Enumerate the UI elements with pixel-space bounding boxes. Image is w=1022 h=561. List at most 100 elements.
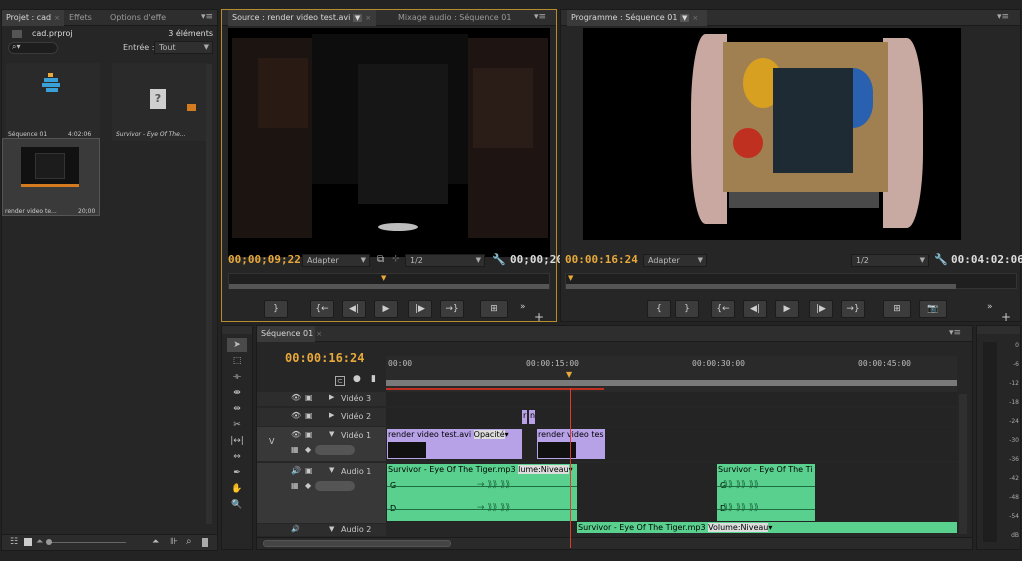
tab-effects[interactable]: Effets [65,10,105,26]
snap-icon[interactable]: ⊂ [335,376,345,386]
slide-tool-icon[interactable]: ⇔ [227,450,247,464]
program-scrub-bar[interactable]: ▼ [565,273,1017,289]
sync-lock-icon[interactable]: ▣ [305,411,313,420]
keyframe-nav[interactable] [315,481,355,491]
project-scrollbar[interactable] [206,64,212,524]
track-select-tool-icon[interactable]: ⬚ [227,354,247,368]
close-icon[interactable]: × [54,14,60,22]
tab-effect-options[interactable]: Options d'effe [106,10,198,26]
mark-out-button[interactable]: } [264,300,288,318]
go-to-out-button[interactable]: →} [841,300,865,318]
marker-flag-icon[interactable]: ▮ [371,374,376,384]
program-current-timecode[interactable]: 00:00:16:24 [565,253,638,266]
eye-icon[interactable]: 👁 [291,430,301,439]
rolling-edit-tool-icon[interactable]: ⇼ [227,386,247,400]
rate-stretch-tool-icon[interactable]: ⇹ [227,402,247,416]
panel-menu-icon[interactable]: ▾≡ [201,12,213,22]
tab-sequence[interactable]: Séquence 01 × [257,326,322,342]
program-zoom-bar[interactable] [566,284,956,289]
eye-icon[interactable]: 👁 [291,411,301,420]
search-input[interactable]: ⌕▾ [8,42,58,54]
collapse-icon[interactable]: ▼ [329,525,334,533]
video-clip[interactable]: r [522,410,527,424]
tab-audio-mixer[interactable]: Mixage audio : Séquence 01 [394,10,514,26]
speaker-icon[interactable]: 🔊 [291,525,300,533]
timeline-ruler[interactable]: 00:00 00:00:15:00 00:00:30:00 00:00:45:0… [386,356,957,392]
source-resolution-select[interactable]: 1/2 ▼ [405,254,485,267]
playhead-icon[interactable]: ▼ [568,274,573,282]
tab-project[interactable]: Projet : cad × [2,10,64,26]
zoom-tool-icon[interactable]: 🔍 [227,498,247,512]
timeline-hscroll[interactable] [257,537,972,549]
step-forward-button[interactable]: |▶ [809,300,833,318]
sync-lock-icon[interactable]: ▣ [305,466,313,475]
close-icon[interactable]: × [316,330,322,338]
mark-out-button[interactable]: } [675,300,699,318]
video-clip[interactable]: n [529,410,535,424]
step-forward-button[interactable]: |▶ [408,300,432,318]
sync-lock-icon[interactable]: ▣ [305,430,313,439]
audio-clip[interactable]: Survivor - Eye Of The Ti G D ⟫⟫ ⟫⟫ ⟫⟫ ⟫⟫… [717,464,815,521]
list-view-icon[interactable]: ☷ [10,537,18,547]
playhead-icon[interactable]: ▼ [381,274,386,282]
go-to-in-button[interactable]: {← [310,300,334,318]
sync-lock-icon[interactable]: ▣ [305,393,313,402]
more-controls-icon[interactable]: » [520,302,526,312]
play-button[interactable]: ▶ [775,300,799,318]
work-area-bar[interactable] [386,380,957,386]
speaker-icon[interactable]: 🔊 [291,466,301,475]
panel-menu-icon[interactable]: ▾≡ [997,12,1009,22]
project-item-video[interactable]: render video te... 20;00 [2,138,100,216]
add-button-icon[interactable]: + [1001,310,1011,324]
settings-wrench-icon[interactable]: 🔧 [492,253,506,266]
add-marker-icon[interactable]: ● [353,374,361,384]
step-back-button[interactable]: ◀| [743,300,767,318]
source-zoom-bar[interactable] [229,284,549,289]
timeline-timecode[interactable]: 00:00:16:24 [285,351,364,365]
program-fit-select[interactable]: Adapter ▼ [643,254,707,267]
ripple-edit-tool-icon[interactable]: ⟛ [227,370,247,384]
step-back-button[interactable]: ◀| [342,300,366,318]
timeline-vscroll[interactable] [959,394,967,534]
entree-select[interactable]: Tout ▼ [154,41,213,54]
mark-in-button[interactable]: { [647,300,671,318]
export-frame-button[interactable]: 📷 [919,300,947,318]
add-button-icon[interactable]: + [534,310,544,324]
playhead-icon[interactable]: ▼ [566,370,572,379]
selection-tool-icon[interactable]: ➤ [227,338,247,352]
go-to-out-button[interactable]: →} [440,300,464,318]
keyframe-icon[interactable]: ◆ [305,481,311,490]
more-controls-icon[interactable]: » [987,302,993,312]
display-style-icon[interactable]: ▦ [291,445,299,454]
settings-wrench-icon[interactable]: 🔧 [934,253,948,266]
panel-menu-icon[interactable]: ▾≡ [949,328,961,338]
hand-tool-icon[interactable]: ✋ [227,482,247,496]
display-style-icon[interactable]: ▦ [291,481,299,490]
insert-button[interactable]: ⊞ [480,300,508,318]
eye-icon[interactable]: 👁 [291,393,301,402]
marker-icon[interactable]: ⊹ [392,254,400,264]
audio-clip[interactable]: Survivor - Eye Of The Tiger.mp3 lume:Niv… [387,464,577,521]
collapse-icon[interactable]: ▼ [329,466,334,474]
project-item-sequence[interactable]: Séquence 01 4:02:06 [6,63,100,141]
expand-icon[interactable]: ▶ [329,411,334,419]
zoom-out-icon[interactable]: ⏶ [36,537,43,547]
project-item-audio[interactable]: ? Survivor - Eye Of The... [112,63,206,141]
close-icon[interactable]: × [365,14,371,22]
safe-margins-icon[interactable]: ⧉ [377,254,384,265]
keyframe-nav[interactable] [315,445,355,455]
bin-icon[interactable] [202,538,208,547]
expand-icon[interactable]: ▶ [329,393,334,401]
zoom-slider[interactable] [46,539,126,545]
audio-clip[interactable]: Survivor - Eye Of The Tiger.mp3 Volume:N… [577,522,957,533]
tab-source[interactable]: Source : render video test.avi ▼ × [228,10,376,26]
chevron-down-icon[interactable]: ▼ [352,14,363,22]
razor-tool-icon[interactable]: ✂ [227,418,247,432]
chevron-down-icon[interactable]: ▼ [679,14,690,22]
zoom-in-icon[interactable]: ⏶ [152,537,159,547]
icon-view-icon[interactable] [24,538,32,546]
zoom-slider-handle[interactable] [46,539,52,545]
close-icon[interactable]: × [692,14,698,22]
lift-button[interactable]: ⊞ [883,300,911,318]
panel-menu-icon[interactable]: ▾≡ [534,12,546,22]
